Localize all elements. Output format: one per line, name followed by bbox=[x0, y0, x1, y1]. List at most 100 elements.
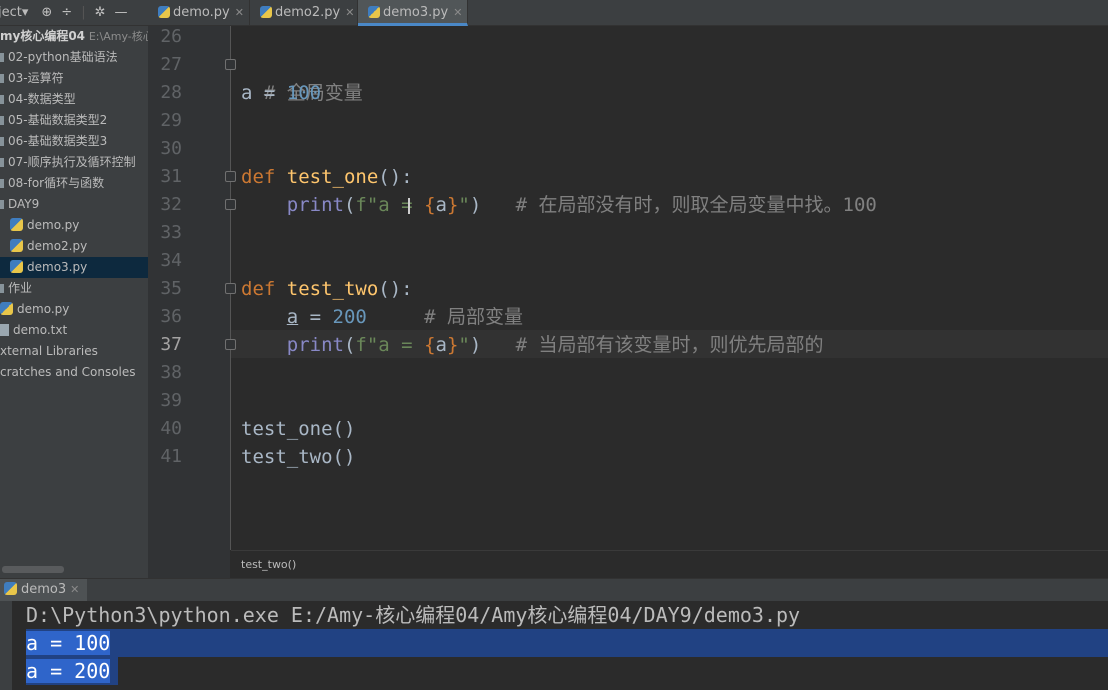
number-literal: 100 bbox=[286, 82, 322, 104]
tree-item-day9-demo2[interactable]: demo2.py bbox=[0, 236, 148, 257]
line-number: 38 bbox=[160, 362, 182, 383]
tree-item-05[interactable]: 05-基础数据类型2 bbox=[0, 110, 148, 131]
function-name: test_one bbox=[286, 166, 379, 188]
console-gutter bbox=[0, 601, 12, 690]
minimize-icon[interactable]: — bbox=[115, 5, 128, 20]
code-line-35: def test_two(): bbox=[241, 275, 413, 303]
code-line-37: print(f"a = {a}") # 当局部有该变量时，则优先局部的 bbox=[241, 331, 824, 359]
tree-item-04[interactable]: 04-数据类型 bbox=[0, 89, 148, 110]
fold-marker-icon[interactable] bbox=[225, 339, 236, 350]
folder-icon bbox=[0, 95, 4, 104]
tree-root-project[interactable]: my核心编程04 E:\Amy-核心 bbox=[0, 26, 148, 47]
sidebar-horizontal-scrollbar[interactable] bbox=[2, 566, 64, 573]
breadcrumb: test_two() bbox=[231, 550, 1108, 578]
tab-label: demo.py bbox=[173, 5, 230, 20]
python-file-icon bbox=[0, 302, 13, 315]
run-tab-demo3[interactable]: demo3 ✕ bbox=[0, 579, 88, 602]
text-cursor-icon bbox=[408, 198, 410, 214]
tree-item-root-demo-txt[interactable]: demo.txt bbox=[0, 320, 148, 341]
fold-marker-icon[interactable] bbox=[225, 283, 236, 294]
tree-item-label: 05-基础数据类型2 bbox=[8, 113, 108, 127]
code-line-31: def test_one(): bbox=[241, 163, 413, 191]
tree-item-06[interactable]: 06-基础数据类型3 bbox=[0, 131, 148, 152]
string-literal: f"a = bbox=[355, 194, 425, 216]
function-name: test_two bbox=[286, 278, 379, 300]
tree-item-external-libraries[interactable]: xternal Libraries bbox=[0, 341, 148, 362]
tree-item-label: 04-数据类型 bbox=[8, 92, 76, 106]
fstring-brace: { bbox=[424, 194, 436, 216]
tree-item-label: cratches and Consoles bbox=[0, 365, 136, 379]
target-icon[interactable]: ⊕ bbox=[41, 5, 52, 20]
python-file-icon bbox=[158, 6, 170, 18]
keyword-def: def bbox=[241, 166, 276, 188]
python-file-icon bbox=[260, 6, 272, 18]
tree-item-02[interactable]: 02-python基础语法 bbox=[0, 47, 148, 68]
root-name: my核心编程04 bbox=[0, 29, 86, 43]
variable: a bbox=[286, 306, 299, 328]
code-line-27: # 全局变量 bbox=[241, 51, 363, 104]
variable: a bbox=[241, 82, 253, 104]
tree-item-day9-demo3[interactable]: demo3.py bbox=[0, 257, 148, 278]
line-number: 39 bbox=[160, 390, 182, 411]
python-file-icon bbox=[10, 218, 23, 231]
close-icon[interactable]: ✕ bbox=[70, 583, 79, 596]
console-output-text: a = 100 bbox=[26, 631, 111, 655]
tree-item-label: demo.py bbox=[27, 218, 80, 232]
tab-demo3[interactable]: demo3.py ✕ bbox=[358, 0, 468, 26]
tree-item-label: demo.py bbox=[17, 302, 70, 316]
code-line-41: test_two() bbox=[241, 446, 356, 468]
punctuation: (): bbox=[378, 166, 413, 188]
tree-item-scratches[interactable]: cratches and Consoles bbox=[0, 362, 148, 383]
tab-label: demo3.py bbox=[383, 5, 449, 20]
close-icon[interactable]: ✕ bbox=[453, 6, 462, 19]
run-tab-label: demo3 bbox=[21, 582, 67, 597]
builtin-print: print bbox=[286, 334, 344, 356]
number-literal: 200 bbox=[332, 306, 367, 328]
line-number: 30 bbox=[160, 138, 182, 159]
breadcrumb-item[interactable]: test_two() bbox=[241, 558, 296, 571]
tree-item-root-demo[interactable]: demo.py bbox=[0, 299, 148, 320]
line-number: 28 bbox=[160, 82, 182, 103]
code-line-36: a = 200 # 局部变量 bbox=[241, 303, 523, 331]
line-number: 36 bbox=[160, 306, 182, 327]
gear-icon[interactable]: ✲ bbox=[95, 5, 106, 20]
tree-item-07[interactable]: 07-顺序执行及循环控制 bbox=[0, 152, 148, 173]
run-console[interactable]: D:\Python3\python.exe E:/Amy-核心编程04/Amy核… bbox=[0, 601, 1108, 690]
project-view-dropdown[interactable]: ject▾ bbox=[0, 5, 32, 20]
tree-item-label: xternal Libraries bbox=[0, 344, 98, 358]
root-path: E:\Amy-核心 bbox=[88, 30, 148, 43]
tree-item-label: 08-for循环与函数 bbox=[8, 176, 105, 190]
tree-item-label: 作业 bbox=[8, 281, 33, 295]
tree-item-day9[interactable]: DAY9 bbox=[0, 194, 148, 215]
folder-icon bbox=[0, 116, 4, 125]
tree-item-label: 06-基础数据类型3 bbox=[8, 134, 108, 148]
string-literal: " bbox=[458, 334, 470, 356]
folder-icon bbox=[0, 284, 4, 293]
close-icon[interactable]: ✕ bbox=[235, 6, 244, 19]
selection-highlight bbox=[26, 629, 1108, 657]
collapse-icon[interactable]: ÷ bbox=[61, 5, 72, 20]
tab-demo2[interactable]: demo2.py ✕ bbox=[250, 0, 358, 26]
tree-item-label: demo3.py bbox=[27, 260, 88, 274]
builtin-print: print bbox=[286, 194, 344, 216]
tree-item-label: 07-顺序执行及循环控制 bbox=[8, 155, 136, 169]
tree-item-label: DAY9 bbox=[8, 197, 40, 211]
folder-icon bbox=[0, 179, 4, 188]
tree-item-08[interactable]: 08-for循环与函数 bbox=[0, 173, 148, 194]
close-icon[interactable]: ✕ bbox=[345, 6, 354, 19]
tree-item-homework[interactable]: 作业 bbox=[0, 278, 148, 299]
fold-marker-icon[interactable] bbox=[225, 171, 236, 182]
project-toolbar: ject▾ ⊕ ÷ | ✲ — bbox=[0, 0, 148, 26]
tree-item-day9-demo[interactable]: demo.py bbox=[0, 215, 148, 236]
variable: a bbox=[435, 194, 447, 216]
fold-marker-icon[interactable] bbox=[225, 199, 236, 210]
tree-item-label: 02-python基础语法 bbox=[8, 50, 118, 64]
line-number: 34 bbox=[160, 250, 182, 271]
comment: # 局部变量 bbox=[366, 306, 523, 328]
tree-item-03[interactable]: 03-运算符 bbox=[0, 68, 148, 89]
keyword-def: def bbox=[241, 278, 276, 300]
comment: # 在局部没有时，则取全局变量中找。100 bbox=[481, 194, 877, 216]
fold-marker-icon[interactable] bbox=[225, 59, 236, 70]
